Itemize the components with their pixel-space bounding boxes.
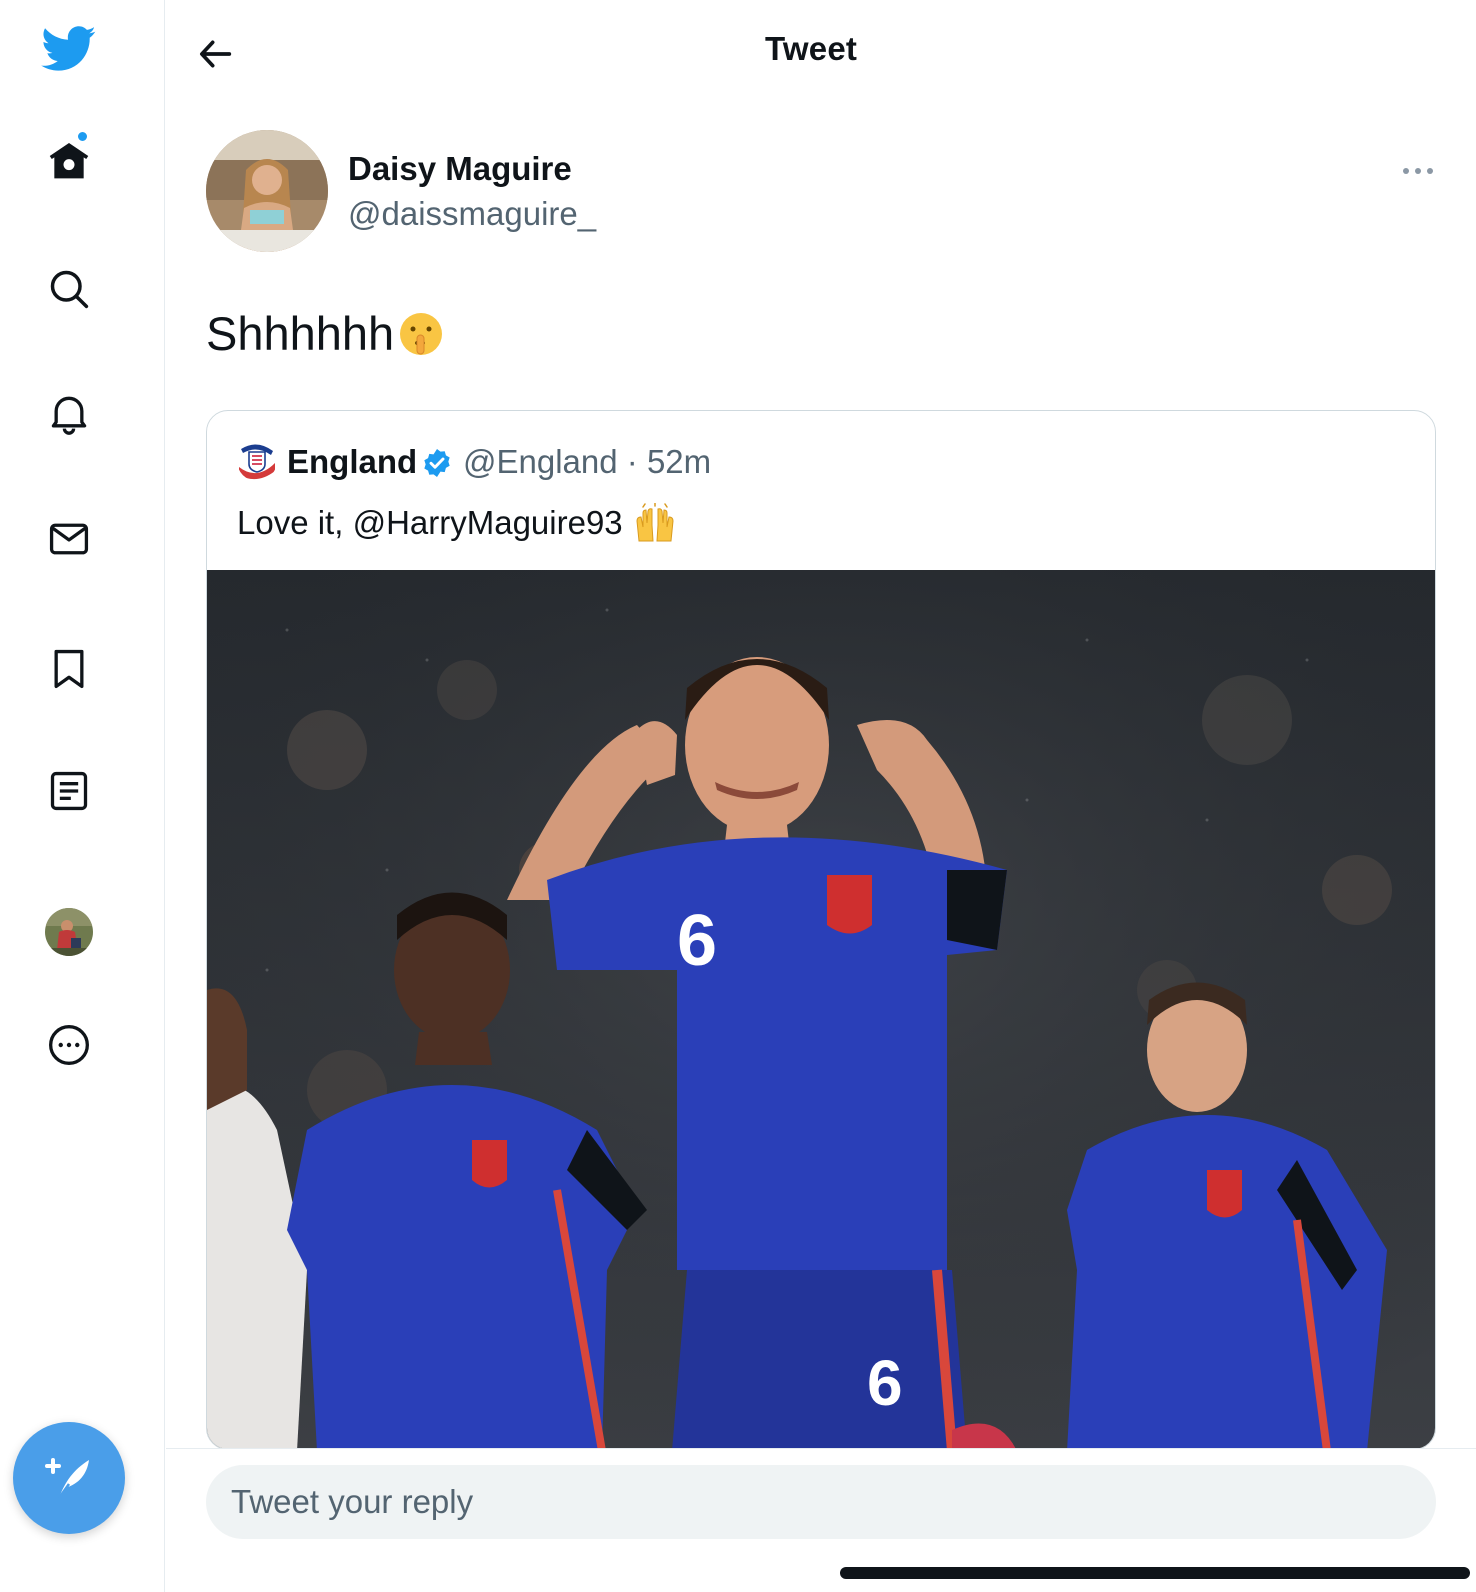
home-indicator[interactable] bbox=[840, 1567, 1470, 1579]
quoted-author-avatar[interactable] bbox=[237, 441, 277, 481]
notification-dot bbox=[76, 130, 89, 143]
back-button[interactable] bbox=[190, 28, 242, 80]
search-icon[interactable] bbox=[38, 258, 100, 320]
sidebar-nav bbox=[0, 0, 165, 1592]
lists-icon[interactable] bbox=[38, 760, 100, 822]
bookmark-icon[interactable] bbox=[38, 638, 100, 700]
page-title: Tweet bbox=[765, 30, 858, 67]
quoted-meta: @England · 52m bbox=[463, 443, 711, 481]
more-dot bbox=[1427, 168, 1433, 174]
more-icon[interactable] bbox=[38, 1014, 100, 1076]
quoted-tweet-card[interactable]: England @England · 52m Love it, @HarryMa… bbox=[206, 410, 1436, 1450]
author-avatar[interactable] bbox=[206, 130, 328, 252]
football-celebration-photo: 6 6 bbox=[207, 570, 1435, 1449]
quoted-tweet-text: Love it, @HarryMaguire93 bbox=[237, 504, 623, 541]
verified-badge-icon bbox=[424, 449, 450, 477]
meta-separator: · bbox=[626, 443, 638, 480]
shirt-number: 6 bbox=[677, 901, 717, 981]
raising-hands-icon bbox=[636, 503, 674, 542]
reply-placeholder: Tweet your reply bbox=[231, 1483, 474, 1520]
more-dot bbox=[1415, 168, 1421, 174]
tweet-body: Shhhhhh bbox=[206, 306, 444, 361]
author-handle[interactable]: @daissmaguire_ bbox=[348, 195, 596, 233]
tweet-more-menu-button[interactable] bbox=[1398, 160, 1438, 182]
quoted-author-handle[interactable]: @England bbox=[463, 443, 618, 480]
home-icon[interactable] bbox=[38, 130, 100, 192]
reply-input[interactable]: Tweet your reply bbox=[206, 1465, 1436, 1539]
author-name[interactable]: Daisy Maguire bbox=[348, 150, 572, 188]
quoted-timestamp[interactable]: 52m bbox=[647, 443, 711, 480]
mail-icon[interactable] bbox=[38, 508, 100, 570]
shushing-face-icon bbox=[400, 312, 443, 355]
profile-avatar[interactable] bbox=[45, 908, 93, 956]
twitter-logo-icon[interactable] bbox=[38, 18, 100, 80]
arrow-left-icon bbox=[200, 40, 232, 68]
compose-tweet-button[interactable] bbox=[13, 1422, 125, 1534]
more-dot bbox=[1403, 168, 1409, 174]
quoted-author-name[interactable]: England bbox=[287, 443, 417, 481]
bell-icon[interactable] bbox=[38, 382, 100, 444]
quoted-tweet-photo[interactable]: 6 6 bbox=[207, 570, 1435, 1449]
feather-plus-icon bbox=[45, 1458, 89, 1499]
tweet-text: Shhhhhh bbox=[206, 307, 395, 360]
shorts-number: 6 bbox=[867, 1347, 903, 1419]
quoted-tweet-body: Love it, @HarryMaguire93 bbox=[237, 503, 677, 543]
